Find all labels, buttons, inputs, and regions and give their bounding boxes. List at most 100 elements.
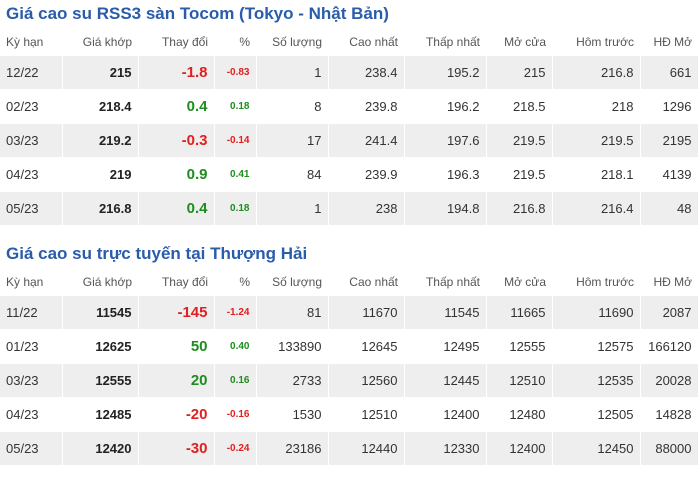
- table-row: 05/23 216.8 0.4 0.18 1 238 194.8 216.8 216.4 48: [0, 191, 698, 226]
- table-row: 03/23 219.2 -0.3 -0.14 17 241.4 197.6 219.5 219.…: [0, 123, 698, 158]
- table-header-row: Kỳ hạn Giá khớp Thay đổi % Số lượng Cao …: [0, 268, 698, 296]
- cell-volume: 1: [256, 56, 329, 90]
- cell-price: 215: [62, 56, 139, 90]
- cell-open: 12555: [486, 329, 553, 364]
- cell-percent: 0.18: [214, 89, 257, 124]
- table-row: 12/22 215 -1.8 -0.83 1 238.4 195.2 215 216.8 661: [0, 56, 698, 90]
- cell-open-interest: 4139: [640, 157, 698, 192]
- cell-prev: 12505: [552, 397, 641, 432]
- col-header-open-interest: HĐ Mở: [653, 275, 692, 289]
- col-header-open: Mở cửa: [504, 275, 546, 289]
- cell-open-interest: 14828: [640, 397, 698, 432]
- cell-change: -1.8: [138, 56, 215, 90]
- cell-open-interest: 1296: [640, 89, 698, 124]
- col-header-percent: %: [239, 35, 250, 49]
- cell-low: 196.2: [404, 89, 487, 124]
- cell-percent: -1.24: [214, 296, 257, 330]
- price-table-shanghai: Kỳ hạn Giá khớp Thay đổi % Số lượng Cao …: [0, 268, 698, 466]
- cell-price: 12420: [62, 431, 139, 466]
- cell-open-interest: 2087: [640, 296, 698, 330]
- cell-open: 12480: [486, 397, 553, 432]
- cell-volume: 23186: [256, 431, 329, 466]
- col-header-term: Kỳ hạn: [6, 275, 44, 289]
- cell-volume: 1: [256, 191, 329, 226]
- table-row: 02/23 218.4 0.4 0.18 8 239.8 196.2 218.5 218 1296: [0, 89, 698, 124]
- col-header-change: Thay đổi: [161, 35, 208, 49]
- cell-high: 12440: [328, 431, 405, 466]
- cell-open: 219.5: [486, 123, 553, 158]
- table-row: 01/23 12625 50 0.40 133890 12645 12495 12555 125…: [0, 329, 698, 364]
- cell-change: 50: [138, 329, 215, 364]
- cell-low: 196.3: [404, 157, 487, 192]
- price-table-tocom: Kỳ hạn Giá khớp Thay đổi % Số lượng Cao …: [0, 28, 698, 226]
- col-header-open-interest: HĐ Mở: [653, 35, 692, 49]
- cell-change: 0.9: [138, 157, 215, 192]
- cell-prev: 12535: [552, 363, 641, 398]
- cell-change: 0.4: [138, 89, 215, 124]
- table-row: 04/23 219 0.9 0.41 84 239.9 196.3 219.5 218.1 413…: [0, 157, 698, 192]
- col-header-high: Cao nhất: [349, 35, 398, 49]
- cell-open-interest: 48: [640, 191, 698, 226]
- cell-low: 197.6: [404, 123, 487, 158]
- cell-low: 11545: [404, 296, 487, 330]
- cell-term: 05/23: [0, 431, 63, 466]
- col-header-high: Cao nhất: [349, 275, 398, 289]
- cell-percent: 0.41: [214, 157, 257, 192]
- cell-percent: -0.24: [214, 431, 257, 466]
- cell-price: 12485: [62, 397, 139, 432]
- cell-low: 12445: [404, 363, 487, 398]
- cell-low: 12330: [404, 431, 487, 466]
- cell-price: 219: [62, 157, 139, 192]
- cell-high: 239.8: [328, 89, 405, 124]
- cell-percent: -0.16: [214, 397, 257, 432]
- section-title-tocom: Giá cao su RSS3 sàn Tocom (Tokyo - Nhật …: [6, 4, 389, 23]
- cell-term: 01/23: [0, 329, 63, 364]
- cell-price: 12625: [62, 329, 139, 364]
- cell-high: 241.4: [328, 123, 405, 158]
- col-header-price: Giá khớp: [82, 275, 132, 289]
- col-header-prev: Hôm trước: [576, 275, 634, 289]
- cell-volume: 8: [256, 89, 329, 124]
- col-header-volume: Số lượng: [272, 275, 322, 289]
- cell-low: 195.2: [404, 56, 487, 90]
- cell-term: 12/22: [0, 56, 63, 90]
- cell-volume: 133890: [256, 329, 329, 364]
- cell-high: 12645: [328, 329, 405, 364]
- col-header-open: Mở cửa: [504, 35, 546, 49]
- cell-prev: 219.5: [552, 123, 641, 158]
- cell-volume: 2733: [256, 363, 329, 398]
- cell-high: 239.9: [328, 157, 405, 192]
- cell-percent: 0.16: [214, 363, 257, 398]
- table-row: 05/23 12420 -30 -0.24 23186 12440 12330 12400 12…: [0, 431, 698, 466]
- table-row: 04/23 12485 -20 -0.16 1530 12510 12400 12480 125…: [0, 397, 698, 432]
- cell-prev: 11690: [552, 296, 641, 330]
- cell-open: 12400: [486, 431, 553, 466]
- col-header-term: Kỳ hạn: [6, 35, 44, 49]
- cell-open: 216.8: [486, 191, 553, 226]
- col-header-percent: %: [239, 275, 250, 289]
- cell-change: -30: [138, 431, 215, 466]
- cell-change: -145: [138, 296, 215, 330]
- cell-open: 12510: [486, 363, 553, 398]
- col-header-low: Thấp nhất: [425, 275, 480, 289]
- cell-high: 12510: [328, 397, 405, 432]
- cell-high: 11670: [328, 296, 405, 330]
- cell-change: -0.3: [138, 123, 215, 158]
- table-header-row: Kỳ hạn Giá khớp Thay đổi % Số lượng Cao …: [0, 28, 698, 56]
- col-header-change: Thay đổi: [161, 275, 208, 289]
- cell-term: 03/23: [0, 123, 63, 158]
- cell-change: 0.4: [138, 191, 215, 226]
- cell-open-interest: 661: [640, 56, 698, 90]
- cell-prev: 216.4: [552, 191, 641, 226]
- cell-open-interest: 88000: [640, 431, 698, 466]
- cell-low: 12400: [404, 397, 487, 432]
- cell-term: 11/22: [0, 296, 63, 330]
- cell-percent: -0.14: [214, 123, 257, 158]
- col-header-low: Thấp nhất: [425, 35, 480, 49]
- cell-open-interest: 2195: [640, 123, 698, 158]
- col-header-prev: Hôm trước: [576, 35, 634, 49]
- cell-term: 04/23: [0, 157, 63, 192]
- shanghai-rubber-section: Giá cao su trực tuyến tại Thượng Hải Kỳ …: [0, 240, 698, 466]
- cell-price: 11545: [62, 296, 139, 330]
- cell-volume: 81: [256, 296, 329, 330]
